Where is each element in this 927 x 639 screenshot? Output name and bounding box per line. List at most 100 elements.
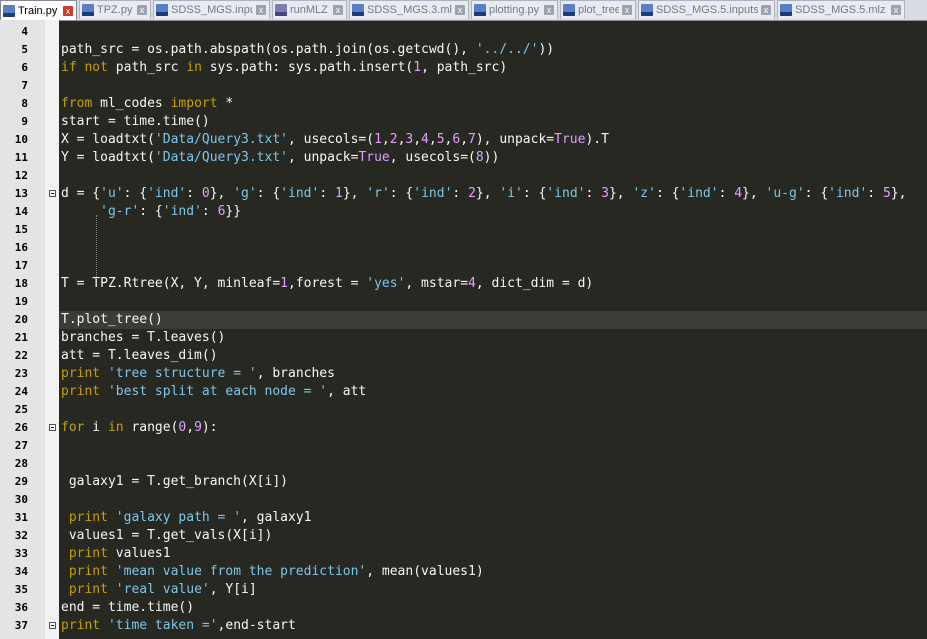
tab-tpz-py[interactable]: TPZ.py x bbox=[79, 0, 151, 19]
code-line[interactable]: print 'tree structure = ', branches bbox=[61, 365, 335, 383]
tab-plot-tree[interactable]: plot_tree x bbox=[560, 0, 636, 19]
fold-toggle-icon[interactable] bbox=[49, 622, 56, 629]
code-editor[interactable]: path_src = os.path.abspath(os.path.join(… bbox=[59, 20, 927, 639]
code-line[interactable]: start = time.time() bbox=[61, 113, 210, 131]
number-token: 6 bbox=[452, 132, 461, 147]
code-line[interactable]: end = time.time() bbox=[61, 599, 194, 617]
code-line[interactable]: galaxy1 = T.get_branch(X[i]) bbox=[61, 473, 288, 491]
number-token: 4 bbox=[421, 132, 429, 147]
line-number: 29 bbox=[14, 475, 28, 488]
code-token: : { bbox=[804, 186, 829, 201]
fold-toggle-icon[interactable] bbox=[49, 424, 56, 431]
fold-toggle-icon[interactable] bbox=[49, 190, 56, 197]
close-tab-icon[interactable]: x bbox=[63, 5, 73, 16]
py-file-icon bbox=[82, 4, 94, 16]
code-line[interactable]: Y = loadtxt('Data/Query3.txt', unpack=Tr… bbox=[61, 149, 499, 167]
code-line[interactable]: path_src = os.path.abspath(os.path.join(… bbox=[61, 41, 554, 59]
code-token: , Y[i] bbox=[209, 582, 257, 597]
tab-runmlz[interactable]: runMLZ x bbox=[272, 0, 347, 19]
string-token: 'u-g' bbox=[765, 186, 805, 201]
string-token: 'g' bbox=[233, 186, 257, 201]
string-token: 'r' bbox=[366, 186, 390, 201]
tab-label: TPZ.py bbox=[97, 4, 133, 16]
tab-plotting-py[interactable]: plotting.py x bbox=[471, 0, 558, 19]
code-line[interactable]: print values1 bbox=[61, 545, 171, 563]
code-token: , galaxy1 bbox=[241, 510, 312, 525]
code-line[interactable]: branches = T.leaves() bbox=[61, 329, 225, 347]
indent-guide bbox=[96, 215, 97, 279]
code-token: branches = T.leaves() bbox=[61, 330, 226, 345]
code-token: }, bbox=[475, 186, 500, 201]
line-number-gutter: 4 5 6 7 8 9 10 11 12 13 14 15 16 17 18 19 20 21 22 23 24 25 26… bbox=[0, 20, 46, 639]
close-tab-icon[interactable]: x bbox=[622, 5, 632, 15]
code-line[interactable]: print 'real value', Y[i] bbox=[61, 581, 257, 599]
tab-train-py[interactable]: Train.py x bbox=[0, 0, 77, 20]
code-line[interactable]: from ml_codes import * bbox=[61, 95, 233, 113]
file-icon bbox=[780, 4, 792, 16]
mlz-file-icon bbox=[275, 4, 287, 16]
string-token: 'z' bbox=[632, 186, 656, 201]
code-token: }} bbox=[225, 204, 242, 219]
string-token: '../../' bbox=[475, 42, 539, 57]
tab-sdss-mgs-inputs[interactable]: SDSS_MGS.inputsx bbox=[153, 0, 270, 19]
keyword-token: print bbox=[68, 510, 108, 525]
tab-label: SDSS_MGS.3.mlz bbox=[367, 4, 452, 16]
close-tab-icon[interactable]: x bbox=[333, 5, 343, 15]
code-line[interactable]: values1 = T.get_vals(X[i]) bbox=[61, 527, 273, 545]
string-token: 'Data/Query3.txt' bbox=[154, 150, 288, 165]
line-number: 31 bbox=[14, 511, 28, 524]
close-tab-icon[interactable]: x bbox=[761, 5, 771, 15]
line-number: 16 bbox=[14, 241, 28, 254]
code-token: ,forest = bbox=[287, 276, 367, 291]
close-tab-icon[interactable]: x bbox=[891, 5, 901, 15]
string-token: 'yes' bbox=[366, 276, 406, 291]
code-token: , dict_dim = d) bbox=[475, 276, 594, 291]
string-token: 'tree structure = ' bbox=[107, 366, 257, 381]
fold-margin[interactable] bbox=[45, 20, 59, 639]
code-token: : { bbox=[139, 204, 163, 219]
tab-sdss-mgs-3-mlz[interactable]: SDSS_MGS.3.mlz x bbox=[349, 0, 469, 19]
code-token: Y = loadtxt( bbox=[61, 150, 155, 165]
code-line[interactable]: X = loadtxt('Data/Query3.txt', usecols=(… bbox=[61, 131, 609, 149]
code-token: end = time.time() bbox=[61, 600, 195, 615]
code-token: ): bbox=[201, 420, 218, 435]
close-tab-icon[interactable]: x bbox=[544, 5, 554, 15]
string-token: 'i' bbox=[499, 186, 523, 201]
code-line[interactable]: att = T.leaves_dim() bbox=[61, 347, 218, 365]
code-token: ,end-start bbox=[217, 618, 296, 633]
code-token: path_src = os.path.abspath(os.path.join(… bbox=[61, 42, 476, 57]
code-token: : bbox=[867, 186, 883, 201]
code-line[interactable]: 'g-r': {'ind': 6}} bbox=[61, 203, 241, 221]
file-icon bbox=[563, 4, 575, 16]
code-line[interactable]: print 'galaxy path = ', galaxy1 bbox=[61, 509, 312, 527]
code-token: : bbox=[319, 186, 335, 201]
code-line[interactable]: print 'time taken =',end-start bbox=[61, 617, 296, 635]
code-line[interactable]: print 'mean value from the prediction', … bbox=[61, 563, 484, 581]
code-line[interactable]: d = {'u': {'ind': 0}, 'g': {'ind': 1}, '… bbox=[61, 185, 906, 203]
line-number: 30 bbox=[14, 493, 28, 506]
close-tab-icon[interactable]: x bbox=[455, 5, 465, 15]
line-number: 21 bbox=[14, 331, 28, 344]
tab-sdss-mgs-5-inputs[interactable]: SDSS_MGS.5.inputs x bbox=[638, 0, 775, 19]
tab-sdss-mgs-5-mlz[interactable]: SDSS_MGS.5.mlz x bbox=[777, 0, 905, 19]
code-line[interactable]: for i in range(0,9): bbox=[61, 419, 218, 437]
code-token: : bbox=[186, 186, 202, 201]
code-token: , bbox=[413, 132, 422, 147]
code-line[interactable]: if not path_src in sys.path: sys.path.in… bbox=[61, 59, 507, 77]
string-token: 'real value' bbox=[115, 582, 210, 597]
code-line[interactable]: print 'best split at each node = ', att bbox=[61, 383, 366, 401]
code-token: ).T bbox=[585, 132, 609, 147]
code-token: : bbox=[718, 186, 735, 201]
code-line[interactable]: T = TPZ.Rtree(X, Y, minleaf=1,forest = '… bbox=[61, 275, 593, 293]
close-tab-icon[interactable]: x bbox=[256, 5, 266, 15]
string-token: 'ind' bbox=[679, 186, 719, 201]
line-number: 18 bbox=[14, 277, 28, 290]
code-line[interactable]: T.plot_tree() bbox=[59, 311, 927, 329]
py-file-icon bbox=[3, 4, 15, 17]
close-tab-icon[interactable]: x bbox=[137, 5, 147, 15]
string-token: 'ind' bbox=[413, 186, 453, 201]
